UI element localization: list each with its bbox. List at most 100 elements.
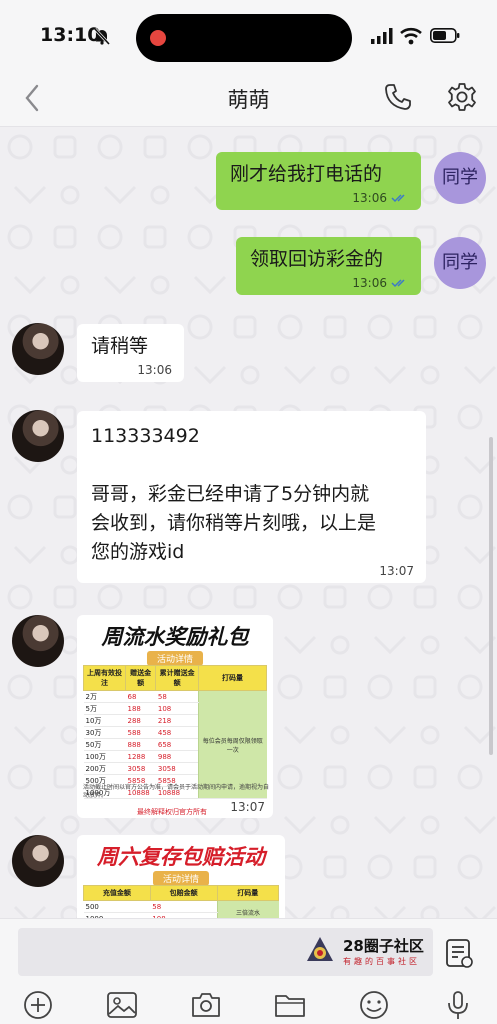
- contact-avatar[interactable]: [12, 410, 64, 462]
- message-time: 13:06: [352, 191, 387, 205]
- sender-avatar-badge[interactable]: 同学: [434, 237, 486, 289]
- promo-table: 充值金额 包赔金额 打码量 500 58 三倍流水 1000 108: [83, 885, 280, 918]
- table-cell: 888: [125, 738, 156, 751]
- table-header-row: 充值金额 包赔金额 打码量: [83, 885, 280, 901]
- table-cell: 500: [83, 900, 151, 913]
- message-list[interactable]: 刚才给我打电话的 13:06 同学 领取回访彩金的 13:06 同学 请稍等 1…: [0, 127, 497, 918]
- table-header-cell: 包赔金额: [149, 885, 218, 901]
- table-cell: 2万: [83, 690, 126, 703]
- sender-avatar-badge[interactable]: 同学: [434, 152, 486, 204]
- promo-footer: 最终解释权归官方所有: [137, 808, 207, 816]
- emoji-icon[interactable]: [358, 990, 390, 1020]
- table-cell: 108: [155, 702, 199, 715]
- promo-subtitle: 活动详情: [146, 651, 204, 666]
- promo-note: 活动截止时间以官方公告为准，请会员于活动期间内申请，逾期视为自动放弃。: [83, 784, 270, 799]
- wifi-icon: [400, 27, 422, 45]
- image-message[interactable]: 周流水奖励礼包 活动详情 上周有效投注 赠送金额 累计赠送金额 打码量 2万 6…: [77, 615, 273, 818]
- table-header-cell: 打码量: [198, 665, 267, 691]
- attachment-toolbar: [0, 988, 497, 1024]
- message-text-line: 会收到，请你稍等片刻哦，以上是: [91, 512, 377, 534]
- message-text: 刚才给我打电话的: [230, 163, 383, 185]
- table-header-cell: 打码量: [216, 885, 280, 901]
- table-cell: 68: [125, 690, 156, 703]
- message-bubble-outgoing[interactable]: 领取回访彩金的 13:06: [236, 237, 421, 295]
- table-cell: 1288: [125, 750, 156, 763]
- message-bubble-incoming[interactable]: 请稍等 13:06: [77, 324, 184, 382]
- promo-side-note: 每位会员每周仅限领取一次: [198, 690, 267, 799]
- message-text-line: 哥哥，彩金已经申请了5分钟内就: [91, 483, 370, 505]
- contact-avatar[interactable]: [12, 323, 64, 375]
- table-cell: 58: [155, 690, 199, 703]
- read-ticks-icon: [391, 194, 405, 203]
- table-row: 500 58 三倍流水: [83, 900, 279, 918]
- message-meta: 13:06: [352, 276, 409, 290]
- table-cell: 50万: [83, 738, 126, 751]
- promo-table: 上周有效投注 赠送金额 累计赠送金额 打码量 2万 68 58 每位会员每周仅限…: [83, 665, 267, 799]
- message-time: 13:06: [137, 363, 172, 377]
- status-bar: 13:10: [0, 0, 497, 70]
- camera-icon[interactable]: [190, 990, 222, 1020]
- message-time: 13:07: [379, 564, 414, 578]
- table-cell: 188: [125, 702, 156, 715]
- table-cell: 100万: [83, 750, 126, 763]
- table-cell: 3058: [125, 762, 156, 775]
- table-cell: 988: [155, 750, 199, 763]
- scrollbar[interactable]: [489, 437, 493, 755]
- dynamic-island: [136, 14, 352, 62]
- message-meta: 13:07: [379, 564, 414, 578]
- contact-name: 萌萌: [227, 88, 270, 112]
- message-meta: 13:06: [352, 191, 409, 205]
- table-cell: 288: [125, 714, 156, 727]
- message-bubble-outgoing[interactable]: 刚才给我打电话的 13:06: [216, 152, 421, 210]
- watermark-subtitle: 有趣的百事社区: [343, 957, 420, 966]
- promo-subtitle: 活动详情: [152, 871, 210, 886]
- watermark: 28圈子社区 有趣的百事社区: [305, 933, 435, 973]
- table-header-cell: 累计赠送金额: [155, 665, 199, 691]
- chat-header: 萌萌: [0, 70, 497, 127]
- table-cell: 200万: [83, 762, 126, 775]
- watermark-title: 28圈子社区: [343, 937, 424, 955]
- composer-bar: 28圈子社区 有趣的百事社区: [0, 918, 497, 989]
- table-header-cell: 赠送金额: [124, 665, 157, 691]
- message-text: 请稍等: [91, 335, 149, 357]
- plus-circle-icon[interactable]: [22, 990, 54, 1020]
- microphone-icon[interactable]: [442, 990, 474, 1020]
- message-time: 13:07: [230, 800, 265, 814]
- promo-side-note: 三倍流水: [216, 900, 279, 918]
- table-cell: 30万: [83, 726, 126, 739]
- table-cell: 588: [125, 726, 156, 739]
- table-header-row: 上周有效投注 赠送金额 累计赠送金额 打码量: [83, 665, 267, 691]
- recording-indicator: [150, 30, 166, 46]
- message-text-id: 113333492: [91, 425, 200, 447]
- message-time: 13:06: [352, 276, 387, 290]
- message-meta: 13:06: [137, 363, 172, 377]
- table-cell: 218: [155, 714, 199, 727]
- table-header-cell: 充值金额: [83, 885, 151, 901]
- table-cell: 5万: [83, 702, 126, 715]
- bell-muted-icon: [93, 27, 111, 45]
- promo-title: 周流水奖励礼包: [101, 625, 249, 649]
- contact-avatar[interactable]: [12, 835, 64, 887]
- read-ticks-icon: [391, 279, 405, 288]
- image-icon[interactable]: [106, 990, 138, 1020]
- promo-title: 周六复存包赔活动: [97, 845, 265, 869]
- settings-gear-icon[interactable]: [446, 81, 478, 113]
- image-message[interactable]: 周六复存包赔活动 活动详情 充值金额 包赔金额 打码量 500 58 三倍流水 …: [77, 835, 285, 918]
- contact-avatar[interactable]: [12, 615, 64, 667]
- table-cell: 658: [155, 738, 199, 751]
- table-row: 2万 68 58 每位会员每周仅限领取一次: [83, 690, 267, 799]
- phone-call-icon[interactable]: [383, 82, 413, 112]
- message-bubble-incoming[interactable]: 113333492 哥哥，彩金已经申请了5分钟内就 会收到，请你稍等片刻哦，以上…: [77, 411, 426, 583]
- battery-icon: [430, 28, 460, 43]
- table-cell: 58: [150, 900, 218, 913]
- cellular-signal-icon: [371, 28, 393, 44]
- table-cell: 458: [155, 726, 199, 739]
- message-text: 领取回访彩金的: [250, 248, 384, 270]
- table-cell: 3058: [155, 762, 199, 775]
- folder-icon[interactable]: [274, 990, 306, 1020]
- notes-icon[interactable]: [444, 937, 474, 969]
- table-header-cell: 上周有效投注: [83, 665, 126, 691]
- status-time: 13:10: [40, 24, 101, 46]
- community-logo-icon: [307, 937, 333, 961]
- table-cell: 10万: [83, 714, 126, 727]
